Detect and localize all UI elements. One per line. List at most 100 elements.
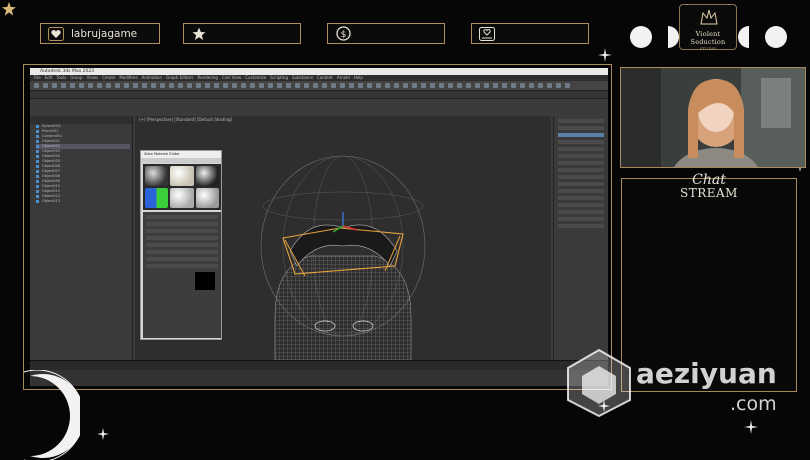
username-text: labrujagame — [71, 27, 138, 40]
toolbar-button[interactable] — [34, 83, 39, 88]
visibility-icon[interactable] — [36, 175, 39, 178]
toolbar-button[interactable] — [448, 83, 453, 88]
toolbar-button[interactable] — [286, 83, 291, 88]
visibility-icon[interactable] — [36, 190, 39, 193]
toolbar-button[interactable] — [538, 83, 543, 88]
toolbar-button[interactable] — [232, 83, 237, 88]
brand-logo: Violent Seduction STUDIO — [679, 4, 737, 51]
toolbar-button[interactable] — [547, 83, 552, 88]
toolbar-button[interactable] — [241, 83, 246, 88]
toolbar-button[interactable] — [403, 83, 408, 88]
material-editor-window[interactable]: Slate Material Editor — [140, 150, 222, 340]
toolbar-button[interactable] — [295, 83, 300, 88]
toolbar-button[interactable] — [439, 83, 444, 88]
visibility-icon[interactable] — [36, 125, 39, 128]
visibility-icon[interactable] — [36, 195, 39, 198]
material-slot[interactable] — [195, 166, 219, 186]
toolbar-button[interactable] — [160, 83, 165, 88]
social-box-follow[interactable] — [183, 23, 301, 44]
toolbar-button[interactable] — [430, 83, 435, 88]
toolbar-button[interactable] — [556, 83, 561, 88]
toolbar-button[interactable] — [178, 83, 183, 88]
toolbar-button[interactable] — [529, 83, 534, 88]
toolbar-button[interactable] — [520, 83, 525, 88]
visibility-icon[interactable] — [36, 150, 39, 153]
toolbar-button[interactable] — [385, 83, 390, 88]
toolbar-button[interactable] — [205, 83, 210, 88]
social-box-username[interactable]: labrujagame — [40, 23, 160, 44]
visibility-icon[interactable] — [36, 155, 39, 158]
toolbar-button[interactable] — [52, 83, 57, 88]
toolbar-button[interactable] — [61, 83, 66, 88]
material-slot[interactable] — [170, 166, 194, 186]
toolbar-button[interactable] — [43, 83, 48, 88]
toolbar-button[interactable] — [133, 83, 138, 88]
color-swatch[interactable] — [195, 272, 215, 290]
toolbar-button[interactable] — [322, 83, 327, 88]
toolbar-button[interactable] — [493, 83, 498, 88]
toolbar-button[interactable] — [169, 83, 174, 88]
toolbar-button[interactable] — [250, 83, 255, 88]
toolbar-button[interactable] — [196, 83, 201, 88]
visibility-icon[interactable] — [36, 165, 39, 168]
material-slot[interactable] — [170, 188, 194, 208]
toolbar-button[interactable] — [142, 83, 147, 88]
material-slot[interactable] — [145, 166, 169, 186]
toolbar-button[interactable] — [277, 83, 282, 88]
material-slot[interactable] — [145, 188, 169, 208]
toolbar-button[interactable] — [70, 83, 75, 88]
visibility-icon[interactable] — [36, 145, 39, 148]
social-box-support[interactable] — [471, 23, 589, 44]
toolbar-button[interactable] — [115, 83, 120, 88]
toolbar-button[interactable] — [376, 83, 381, 88]
toolbar-button[interactable] — [412, 83, 417, 88]
toolbar-button[interactable] — [367, 83, 372, 88]
visibility-icon[interactable] — [36, 135, 39, 138]
toolbar-button[interactable] — [484, 83, 489, 88]
toolbar-button[interactable] — [214, 83, 219, 88]
half-moon-icon — [668, 26, 679, 48]
toolbar-button[interactable] — [313, 83, 318, 88]
toolbar-button[interactable] — [340, 83, 345, 88]
toolbar-button[interactable] — [466, 83, 471, 88]
command-panel — [553, 116, 608, 360]
visibility-icon[interactable] — [36, 180, 39, 183]
sparkle-icon — [744, 420, 758, 434]
toolbar-button[interactable] — [97, 83, 102, 88]
toolbar-button[interactable] — [151, 83, 156, 88]
visibility-icon[interactable] — [36, 200, 39, 203]
app-titlebar: Autodesk 3ds Max 2023 — [30, 68, 608, 75]
toolbar-button[interactable] — [88, 83, 93, 88]
toolbar-button[interactable] — [394, 83, 399, 88]
toolbar-button[interactable] — [421, 83, 426, 88]
material-slot[interactable] — [195, 188, 219, 208]
visibility-icon[interactable] — [36, 140, 39, 143]
toolbar-button[interactable] — [223, 83, 228, 88]
visibility-icon[interactable] — [36, 170, 39, 173]
toolbar-button[interactable] — [106, 83, 111, 88]
crescent-moon-icon — [619, 150, 628, 168]
scene-item[interactable]: Object013 — [36, 199, 130, 204]
status-bar — [30, 370, 608, 386]
toolbar-button[interactable] — [331, 83, 336, 88]
visibility-icon[interactable] — [36, 130, 39, 133]
toolbar-button[interactable] — [349, 83, 354, 88]
toolbar-button[interactable] — [502, 83, 507, 88]
social-box-donate[interactable]: $ — [327, 23, 445, 44]
toolbar-button[interactable] — [124, 83, 129, 88]
toolbar-button[interactable] — [565, 83, 570, 88]
watermark-domain: .com — [730, 393, 777, 415]
visibility-icon[interactable] — [36, 160, 39, 163]
screen-capture: Autodesk 3ds Max 2023 File Edit Tools Gr… — [30, 68, 608, 386]
toolbar-button[interactable] — [268, 83, 273, 88]
toolbar-button[interactable] — [358, 83, 363, 88]
toolbar-button[interactable] — [187, 83, 192, 88]
toolbar-button[interactable] — [259, 83, 264, 88]
toolbar-button[interactable] — [457, 83, 462, 88]
toolbar-button[interactable] — [511, 83, 516, 88]
toolbar-button[interactable] — [304, 83, 309, 88]
toolbar-button[interactable] — [79, 83, 84, 88]
toolbar-button[interactable] — [475, 83, 480, 88]
animation-timeline[interactable] — [30, 360, 608, 370]
visibility-icon[interactable] — [36, 185, 39, 188]
